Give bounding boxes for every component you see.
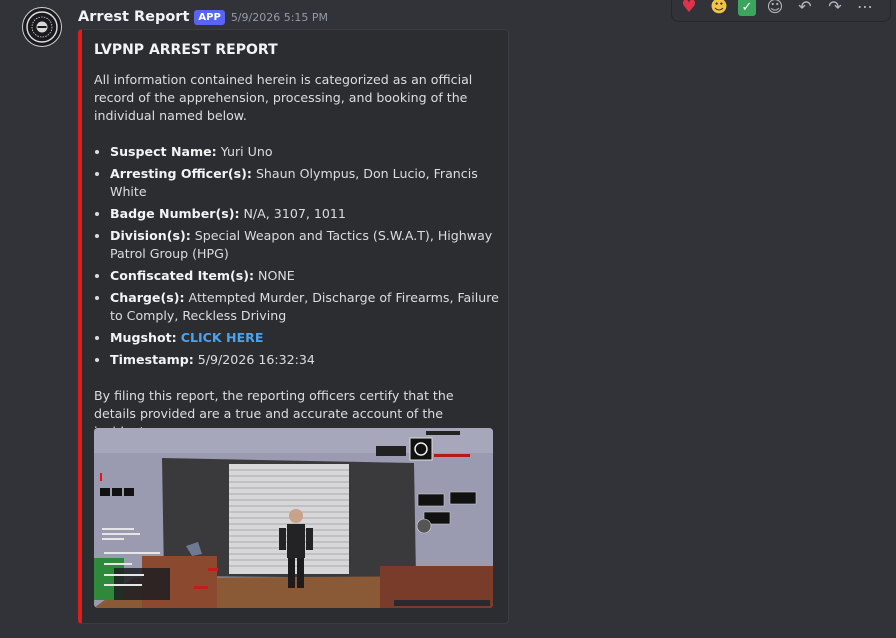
mugshot-screenshot-image[interactable]	[94, 428, 493, 608]
field-arresting-officers: Arresting Officer(s): Shaun Olympus, Don…	[110, 165, 499, 201]
grinning-emoji-icon[interactable]: ☻	[708, 0, 730, 18]
badge-logo-icon	[26, 11, 58, 43]
field-divisions: Division(s): Special Weapon and Tactics …	[110, 227, 499, 263]
arrest-report-embed: LVPNP ARREST REPORT All information cont…	[78, 29, 509, 624]
field-mugshot: Mugshot: CLICK HERE	[110, 329, 499, 347]
message-actions-bar: ♥ ☻ ✓ ☺ ↶ ↷ ⋯	[671, 0, 891, 22]
message-header: Arrest Report APP 5/9/2026 5:15 PM	[78, 6, 328, 28]
message-timestamp: 5/9/2026 5:15 PM	[230, 10, 329, 24]
reply-icon[interactable]: ↶	[794, 0, 816, 18]
forward-icon[interactable]: ↷	[824, 0, 846, 18]
intro-text: All information contained herein is cate…	[94, 72, 473, 123]
username[interactable]: Arrest Report	[78, 9, 189, 25]
mugshot-link[interactable]: CLICK HERE	[181, 330, 264, 345]
avatar[interactable]	[22, 7, 62, 47]
heart-emoji-icon[interactable]: ♥	[678, 0, 700, 18]
check-mark-emoji-icon[interactable]: ✓	[738, 0, 756, 16]
more-options-icon[interactable]: ⋯	[854, 0, 876, 18]
field-charges: Charge(s): Attempted Murder, Discharge o…	[110, 289, 499, 325]
app-badge: APP	[194, 9, 225, 25]
field-suspect-name: Suspect Name: Yuri Uno	[110, 143, 499, 161]
report-fields-list: Suspect Name: Yuri Uno Arresting Officer…	[94, 143, 499, 369]
embed-title: LVPNP ARREST REPORT	[94, 42, 278, 58]
embed-description: All information contained herein is cate…	[94, 71, 499, 441]
field-confiscated-items: Confiscated Item(s): NONE	[110, 267, 499, 285]
field-timestamp: Timestamp: 5/9/2026 16:32:34	[110, 351, 499, 369]
add-reaction-icon[interactable]: ☺	[764, 0, 786, 18]
field-badge-numbers: Badge Number(s): N/A, 3107, 1011	[110, 205, 499, 223]
